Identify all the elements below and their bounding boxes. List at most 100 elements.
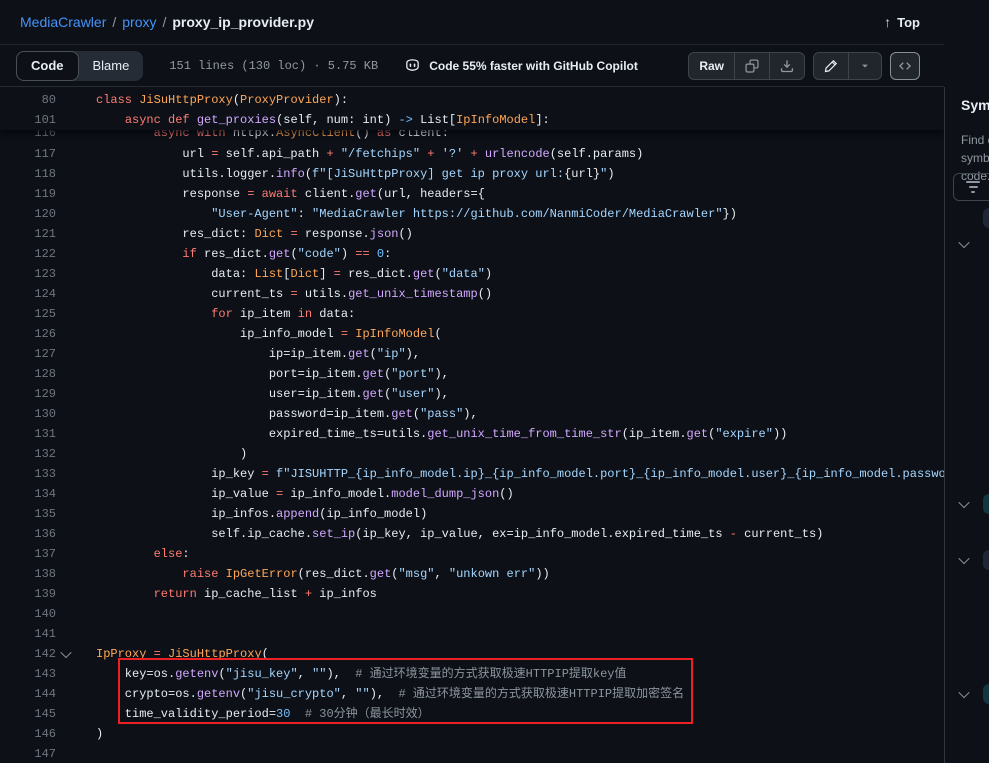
symbol-pill[interactable] <box>983 684 989 704</box>
code-text: raise IpGetError(res_dict.get("msg", "un… <box>76 564 550 584</box>
line-number[interactable]: 134 <box>0 484 56 504</box>
raw-button[interactable]: Raw <box>689 53 734 79</box>
line-number[interactable]: 140 <box>0 604 56 624</box>
symbol-list-item[interactable] <box>953 493 989 515</box>
breadcrumb-separator: / <box>162 14 166 30</box>
edit-button[interactable] <box>814 53 848 79</box>
line-number[interactable]: 139 <box>0 584 56 604</box>
code-line-147: 147 <box>0 744 944 762</box>
line-number[interactable]: 141 <box>0 624 56 644</box>
line-number[interactable]: 136 <box>0 524 56 544</box>
line-number[interactable]: 144 <box>0 684 56 704</box>
symbol-pill[interactable] <box>983 550 989 570</box>
code-line-141: 141 <box>0 624 944 644</box>
line-number[interactable]: 128 <box>0 364 56 384</box>
line-number[interactable]: 80 <box>0 90 56 110</box>
line-number[interactable]: 120 <box>0 204 56 224</box>
code-text: crypto=os.getenv("jisu_crypto", ""), # 通… <box>76 684 684 704</box>
code-line-145: 145 time_validity_period=30 # 30分钟（最长时效） <box>0 704 944 724</box>
line-number[interactable]: 119 <box>0 184 56 204</box>
line-number[interactable]: 126 <box>0 324 56 344</box>
code-line-132: 132 ) <box>0 444 944 464</box>
code-text <box>76 744 96 762</box>
symbols-filter-button[interactable] <box>953 173 989 201</box>
line-number[interactable]: 146 <box>0 724 56 744</box>
code-line-136: 136 self.ip_cache.set_ip(ip_key, ip_valu… <box>0 524 944 544</box>
line-number[interactable]: 123 <box>0 264 56 284</box>
line-number[interactable]: 129 <box>0 384 56 404</box>
code-text: async with httpx.AsyncClient() as client… <box>76 130 449 143</box>
line-number[interactable]: 130 <box>0 404 56 424</box>
symbol-list-item[interactable] <box>953 233 975 255</box>
line-number[interactable]: 135 <box>0 504 56 524</box>
chevron-down-icon[interactable] <box>953 556 975 564</box>
code-line-133: 133 ip_key = f"JISUHTTP_{ip_info_model.i… <box>0 464 944 484</box>
symbol-list-item[interactable] <box>953 207 989 229</box>
code-line-80: 80 class JiSuHttpProxy(ProxyProvider): <box>0 90 944 110</box>
symbol-list-item[interactable] <box>953 683 989 705</box>
symbol-pill[interactable] <box>983 494 989 514</box>
symbols-panel: Symbols Find definitions and references … <box>944 87 989 763</box>
line-number[interactable]: 117 <box>0 144 56 164</box>
line-number[interactable]: 116 <box>0 130 56 143</box>
line-number[interactable]: 138 <box>0 564 56 584</box>
chevron-down-icon[interactable] <box>953 240 975 248</box>
download-button[interactable] <box>769 53 804 79</box>
line-number[interactable]: 127 <box>0 344 56 364</box>
symbols-panel-title: Symbols <box>961 97 989 113</box>
code-text: for ip_item in data: <box>76 304 355 324</box>
code-text: class JiSuHttpProxy(ProxyProvider): <box>76 90 348 110</box>
up-arrow-icon: ↑ <box>884 14 891 30</box>
code-text: if res_dict.get("code") == 0: <box>76 244 391 264</box>
code-line-117: 117 url = self.api_path + "/fetchips" + … <box>0 144 944 164</box>
breadcrumb-repo-link[interactable]: MediaCrawler <box>20 14 106 30</box>
breadcrumb-folder-link[interactable]: proxy <box>122 14 156 30</box>
breadcrumb-separator: / <box>112 14 116 30</box>
code-text: expired_time_ts=utils.get_unix_time_from… <box>76 424 787 444</box>
line-number[interactable]: 101 <box>0 110 56 130</box>
copy-button[interactable] <box>734 53 769 79</box>
line-number[interactable]: 131 <box>0 424 56 444</box>
line-number[interactable]: 137 <box>0 544 56 564</box>
tab-code[interactable]: Code <box>16 51 79 81</box>
line-number[interactable]: 124 <box>0 284 56 304</box>
line-number[interactable]: 121 <box>0 224 56 244</box>
line-number[interactable]: 133 <box>0 464 56 484</box>
code-text: ip=ip_item.get("ip"), <box>76 344 420 364</box>
edit-dropdown-button[interactable] <box>848 53 881 79</box>
clipped-line-116: 116 async with httpx.AsyncClient() as cl… <box>0 130 944 144</box>
symbol-pill[interactable] <box>983 208 989 228</box>
code-text: password=ip_item.get("pass"), <box>76 404 478 424</box>
chevron-down-icon[interactable] <box>953 500 975 508</box>
back-to-top-link[interactable]: ↑ Top <box>884 14 920 30</box>
download-icon <box>780 59 794 73</box>
line-number[interactable]: 132 <box>0 444 56 464</box>
line-number[interactable]: 118 <box>0 164 56 184</box>
code-line-143: 143 key=os.getenv("jisu_key", ""), # 通过环… <box>0 664 944 684</box>
chevron-down-icon[interactable] <box>953 690 975 698</box>
collapse-chevron-icon[interactable] <box>60 647 71 658</box>
code-text: else: <box>76 544 190 564</box>
code-line-121: 121 res_dict: Dict = response.json() <box>0 224 944 244</box>
code-text: port=ip_item.get("port"), <box>76 364 449 384</box>
line-number[interactable]: 125 <box>0 304 56 324</box>
code-expand-icon <box>898 59 912 73</box>
copilot-banner[interactable]: Code 55% faster with GitHub Copilot <box>404 57 638 74</box>
code-line-144: 144 crypto=os.getenv("jisu_crypto", ""),… <box>0 684 944 704</box>
symbols-pane-toggle-button[interactable] <box>890 52 920 80</box>
code-text: ip_info_model = IpInfoModel( <box>76 324 442 344</box>
code-text: ip_value = ip_info_model.model_dump_json… <box>76 484 514 504</box>
code-text: "User-Agent": "MediaCrawler https://gith… <box>76 204 737 224</box>
code-line-122: 122 if res_dict.get("code") == 0: <box>0 244 944 264</box>
line-number[interactable]: 142 <box>0 644 56 664</box>
symbol-list-item[interactable] <box>953 549 989 571</box>
line-number[interactable]: 143 <box>0 664 56 684</box>
line-number[interactable]: 122 <box>0 244 56 264</box>
line-number[interactable]: 145 <box>0 704 56 724</box>
code-line-131: 131 expired_time_ts=utils.get_unix_time_… <box>0 424 944 444</box>
sticky-lines: 80 class JiSuHttpProxy(ProxyProvider): 101… <box>0 87 944 130</box>
breadcrumb: MediaCrawler / proxy / proxy_ip_provider… <box>20 14 314 30</box>
tab-blame[interactable]: Blame <box>79 51 144 81</box>
copilot-icon <box>404 57 421 74</box>
line-number[interactable]: 147 <box>0 744 56 762</box>
